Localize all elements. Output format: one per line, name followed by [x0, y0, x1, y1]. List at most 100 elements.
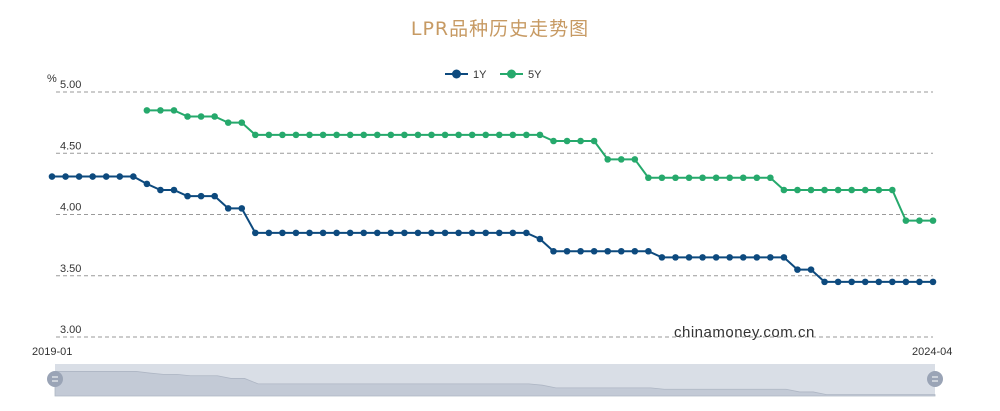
- data-point-1y[interactable]: [401, 229, 408, 237]
- data-point-5y[interactable]: [767, 174, 774, 182]
- data-point-1y[interactable]: [157, 186, 164, 194]
- data-point-1y[interactable]: [62, 173, 69, 180]
- data-point-1y[interactable]: [794, 266, 801, 273]
- data-point-5y[interactable]: [482, 131, 490, 139]
- data-point-5y[interactable]: [739, 174, 747, 182]
- data-point-1y[interactable]: [306, 229, 313, 237]
- data-point-1y[interactable]: [252, 229, 259, 237]
- legend-item-5y[interactable]: 5Y: [500, 69, 542, 81]
- data-point-1y[interactable]: [102, 173, 110, 180]
- data-point-1y[interactable]: [699, 254, 706, 261]
- data-point-1y[interactable]: [753, 254, 761, 261]
- data-point-5y[interactable]: [387, 131, 395, 139]
- data-point-5y[interactable]: [916, 217, 923, 224]
- data-point-5y[interactable]: [441, 131, 449, 139]
- data-point-1y[interactable]: [48, 173, 56, 180]
- data-point-5y[interactable]: [401, 131, 408, 139]
- data-point-5y[interactable]: [590, 137, 598, 145]
- data-point-5y[interactable]: [428, 131, 435, 139]
- data-point-1y[interactable]: [658, 254, 666, 261]
- legend-item-1y[interactable]: 1Y: [445, 69, 487, 81]
- data-point-5y[interactable]: [563, 137, 571, 145]
- data-point-1y[interactable]: [319, 229, 327, 237]
- data-point-5y[interactable]: [495, 131, 503, 139]
- data-point-5y[interactable]: [373, 131, 381, 139]
- data-point-5y[interactable]: [672, 174, 679, 182]
- data-point-5y[interactable]: [726, 174, 733, 182]
- data-point-5y[interactable]: [577, 137, 584, 145]
- data-point-5y[interactable]: [292, 131, 300, 139]
- data-point-1y[interactable]: [645, 247, 652, 255]
- data-point-1y[interactable]: [346, 229, 354, 237]
- data-point-5y[interactable]: [333, 131, 340, 139]
- data-point-5y[interactable]: [414, 131, 422, 139]
- data-point-1y[interactable]: [211, 192, 218, 200]
- data-point-5y[interactable]: [238, 119, 246, 126]
- data-point-5y[interactable]: [550, 137, 557, 145]
- slider-left-handle[interactable]: [47, 371, 63, 387]
- data-point-5y[interactable]: [685, 174, 693, 182]
- data-point-1y[interactable]: [523, 229, 530, 237]
- data-point-5y[interactable]: [211, 113, 218, 120]
- data-point-1y[interactable]: [712, 254, 720, 261]
- data-point-5y[interactable]: [455, 131, 462, 139]
- data-point-1y[interactable]: [916, 278, 923, 286]
- data-point-1y[interactable]: [536, 235, 544, 243]
- data-point-1y[interactable]: [739, 254, 747, 261]
- data-point-5y[interactable]: [821, 186, 828, 194]
- data-point-5y[interactable]: [143, 107, 151, 114]
- data-point-5y[interactable]: [306, 131, 313, 139]
- data-point-5y[interactable]: [631, 156, 639, 163]
- data-point-5y[interactable]: [658, 174, 666, 182]
- data-point-1y[interactable]: [265, 229, 273, 237]
- data-point-1y[interactable]: [821, 278, 828, 286]
- data-point-1y[interactable]: [333, 229, 340, 237]
- data-point-5y[interactable]: [780, 186, 788, 194]
- data-point-1y[interactable]: [577, 247, 584, 255]
- data-point-1y[interactable]: [373, 229, 381, 237]
- data-point-5y[interactable]: [753, 174, 761, 182]
- data-point-1y[interactable]: [631, 247, 639, 255]
- data-point-1y[interactable]: [780, 254, 788, 261]
- data-point-5y[interactable]: [265, 131, 273, 139]
- data-point-5y[interactable]: [861, 186, 869, 194]
- data-point-1y[interactable]: [902, 278, 910, 286]
- data-point-5y[interactable]: [157, 107, 164, 114]
- data-point-1y[interactable]: [617, 247, 625, 255]
- data-point-1y[interactable]: [848, 278, 855, 286]
- data-point-1y[interactable]: [495, 229, 503, 237]
- data-point-5y[interactable]: [184, 113, 191, 120]
- data-point-1y[interactable]: [807, 266, 815, 273]
- data-point-5y[interactable]: [509, 131, 517, 139]
- data-point-5y[interactable]: [929, 217, 937, 224]
- data-point-1y[interactable]: [414, 229, 422, 237]
- data-point-1y[interactable]: [929, 278, 937, 286]
- data-point-1y[interactable]: [604, 247, 612, 255]
- data-point-1y[interactable]: [292, 229, 300, 237]
- data-point-5y[interactable]: [834, 186, 842, 194]
- data-point-5y[interactable]: [523, 131, 530, 139]
- data-point-1y[interactable]: [116, 173, 124, 180]
- data-point-1y[interactable]: [170, 186, 178, 194]
- data-point-5y[interactable]: [848, 186, 855, 194]
- data-point-1y[interactable]: [468, 229, 476, 237]
- data-point-5y[interactable]: [468, 131, 476, 139]
- data-point-5y[interactable]: [170, 107, 178, 114]
- datazoom-slider[interactable]: [47, 364, 943, 397]
- data-point-1y[interactable]: [279, 229, 286, 237]
- data-point-5y[interactable]: [360, 131, 368, 139]
- data-point-5y[interactable]: [279, 131, 286, 139]
- data-point-1y[interactable]: [130, 173, 137, 180]
- data-point-1y[interactable]: [184, 192, 191, 200]
- data-point-1y[interactable]: [550, 247, 557, 255]
- data-point-5y[interactable]: [889, 186, 896, 194]
- data-point-5y[interactable]: [794, 186, 801, 194]
- data-point-5y[interactable]: [346, 131, 354, 139]
- data-point-1y[interactable]: [834, 278, 842, 286]
- data-point-1y[interactable]: [428, 229, 435, 237]
- data-point-5y[interactable]: [536, 131, 544, 139]
- slider-right-handle-knob[interactable]: [927, 371, 943, 387]
- data-point-1y[interactable]: [875, 278, 883, 286]
- data-point-1y[interactable]: [387, 229, 395, 237]
- data-point-1y[interactable]: [482, 229, 490, 237]
